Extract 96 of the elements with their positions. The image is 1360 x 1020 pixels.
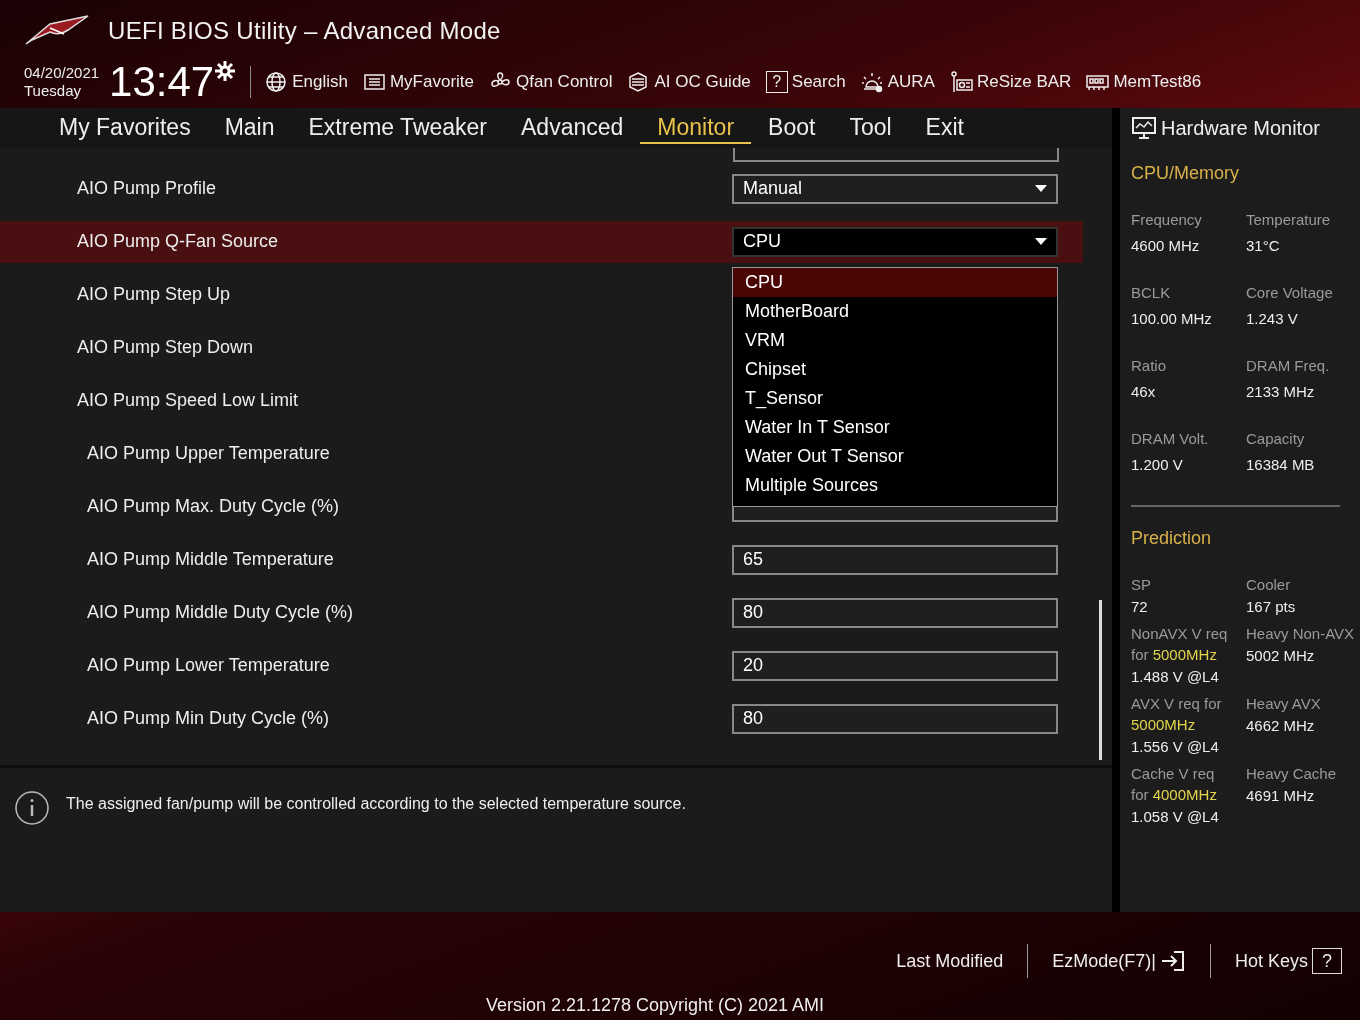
stat-value: 1.556 V @L4 — [1131, 737, 1220, 757]
menu-option[interactable]: Chipset — [733, 354, 1057, 384]
caret-icon — [1035, 185, 1047, 192]
stat-label: SP — [1131, 575, 1152, 595]
stat-value: 1.200 V — [1131, 455, 1184, 475]
toolbar-button[interactable]: MyFavorite — [362, 69, 475, 95]
graphics-card-icon — [949, 70, 973, 94]
section-title: Prediction — [1131, 527, 1213, 550]
toolbar-button[interactable]: ReSize BAR — [949, 69, 1072, 95]
scrollbar[interactable] — [1099, 600, 1102, 760]
stat-label: Core Voltage — [1246, 283, 1334, 303]
logo-icon — [24, 14, 90, 48]
input-field[interactable]: 65 — [732, 544, 1058, 575]
menu-option[interactable]: Water Out T Sensor — [733, 441, 1057, 471]
stat-value: 72 — [1131, 597, 1149, 617]
toolbar-button[interactable]: AURA — [860, 69, 935, 95]
menu-tab[interactable]: Exit — [908, 112, 981, 144]
input-field[interactable]: 80 — [732, 597, 1058, 628]
date-text: 04/20/2021 — [24, 64, 100, 82]
stat-value: 1.058 V @L4 — [1131, 807, 1220, 827]
stat-value: 4691 MHz — [1246, 786, 1316, 806]
toolbar-button[interactable]: Qfan Control — [489, 69, 613, 95]
globe-icon — [265, 70, 289, 94]
dropdown-field[interactable]: Manual — [732, 173, 1058, 204]
toolbar-button[interactable]: ? Search — [765, 69, 846, 95]
day-text: Tuesday — [24, 82, 82, 100]
stat-value: 1.488 V @L4 — [1131, 667, 1220, 687]
panel-title: Hardware Monitor — [1161, 116, 1320, 141]
menu-tab[interactable]: Tool — [832, 112, 909, 144]
setting-label[interactable]: AIO Pump Min Duty Cycle (%) — [0, 705, 732, 732]
menu-tab[interactable]: Advanced — [504, 112, 641, 144]
menu-option[interactable]: VRM — [733, 325, 1057, 355]
exit-icon — [1159, 949, 1186, 973]
stat-label: AVX V req for 5000MHz — [1131, 694, 1223, 735]
stat-label: Temperature — [1246, 210, 1332, 230]
stat-label: NonAVX V req for 5000MHz — [1131, 624, 1229, 665]
setting-label[interactable]: AIO Pump Lower Temperature — [0, 652, 732, 679]
menu-tab[interactable]: Extreme Tweaker — [291, 112, 505, 144]
setting-label[interactable]: AIO Pump Profile — [0, 175, 732, 202]
footer-button[interactable]: Hot Keys ? — [1234, 947, 1342, 975]
caret-icon — [1035, 238, 1047, 245]
input-field[interactable]: 80 — [732, 703, 1058, 734]
stat-value: 46x — [1131, 382, 1157, 402]
input-field[interactable]: 20 — [732, 650, 1058, 681]
menu-tab[interactable]: Boot — [751, 112, 833, 144]
monitor-icon — [1131, 116, 1157, 140]
section-title: CPU/Memory — [1131, 162, 1240, 185]
stat-value: 5002 MHz — [1246, 646, 1316, 666]
stat-label: Cache V req for 4000MHz — [1131, 764, 1218, 805]
stat-label: Cooler — [1246, 575, 1292, 595]
stat-label: Heavy Cache — [1246, 764, 1338, 784]
setting-label[interactable]: AIO Pump Step Down — [0, 334, 732, 361]
version-text: Version 2.21.1278 Copyright (C) 2021 AMI — [485, 994, 825, 1017]
setting-label[interactable]: AIO Pump Upper Temperature — [0, 440, 732, 467]
help-text: The assigned fan/pump will be controlled according to the selected temperature source. — [66, 794, 686, 814]
light-icon — [860, 70, 884, 94]
menu-tab[interactable]: Main — [207, 112, 292, 144]
stat-label: DRAM Volt. — [1131, 429, 1210, 449]
menu-tab[interactable]: Monitor — [640, 112, 752, 144]
setting-label[interactable]: AIO Pump Max. Duty Cycle (%) — [0, 493, 732, 520]
settings-icon — [214, 60, 237, 82]
stat-value: 16384 MB — [1246, 455, 1316, 475]
menu-option[interactable]: MotherBoard — [733, 296, 1057, 326]
stat-value: 4662 MHz — [1246, 716, 1316, 736]
menu-tab[interactable]: My Favorites — [42, 112, 208, 144]
dropdown-field[interactable]: CPU — [732, 226, 1058, 257]
setting-label[interactable]: AIO Pump Middle Duty Cycle (%) — [0, 599, 732, 626]
menu-option[interactable]: Multiple Sources — [733, 470, 1057, 500]
stat-label: Heavy Non-AVX — [1246, 624, 1356, 644]
menu-option[interactable]: T_Sensor — [733, 383, 1057, 413]
stat-label: DRAM Freq. — [1246, 356, 1331, 376]
window-title: UEFI BIOS Utility – Advanced Mode — [108, 16, 501, 46]
setting-label[interactable]: AIO Pump Q-Fan Source — [0, 228, 732, 255]
menu-option[interactable]: Water In T Sensor — [733, 412, 1057, 442]
footer-button[interactable]: EzMode(F7)| — [1052, 947, 1186, 975]
toolbar-button[interactable]: English — [265, 69, 348, 95]
stat-label: Ratio — [1131, 356, 1168, 376]
setting-label[interactable]: AIO Pump Speed Low Limit — [0, 387, 732, 414]
setting-label[interactable]: AIO Pump Step Up — [0, 281, 732, 308]
footer-button[interactable]: Last Modified — [896, 947, 1004, 975]
stat-label: Frequency — [1131, 210, 1203, 230]
info-icon — [14, 790, 50, 826]
setting-label[interactable]: AIO Pump Middle Temperature — [0, 546, 732, 573]
stat-value: 31°C — [1246, 236, 1281, 256]
stat-label: BCLK — [1131, 283, 1172, 303]
menu-option[interactable]: CPU — [733, 267, 1057, 297]
stat-label: Heavy AVX — [1246, 694, 1322, 714]
stat-value: 100.00 MHz — [1131, 309, 1213, 329]
stat-value: 4600 MHz — [1131, 236, 1201, 256]
stat-value: 1.243 V — [1246, 309, 1299, 329]
toolbar-button[interactable]: AI OC Guide — [627, 69, 751, 95]
stat-value: 2133 MHz — [1246, 382, 1316, 402]
stat-label: Capacity — [1246, 429, 1306, 449]
clock-time: 13:47 — [109, 61, 215, 103]
toolbar-button[interactable]: MemTest86 — [1086, 69, 1202, 95]
stat-value: 167 pts — [1246, 597, 1297, 617]
